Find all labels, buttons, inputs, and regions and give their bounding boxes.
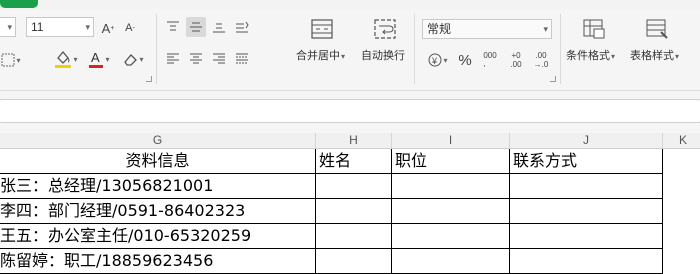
text-direction-icon[interactable]	[232, 18, 252, 36]
cell-i-row1[interactable]	[392, 174, 510, 199]
wrap-text-icon[interactable]	[371, 16, 399, 42]
distributed-align-icon[interactable]	[232, 50, 252, 68]
cell-g-row3[interactable]: 王五：办公室主任/010-65320259	[0, 224, 316, 249]
font-size-combo[interactable]: 11 ▾	[26, 17, 94, 37]
wrap-text-label: 自动换行	[361, 50, 405, 62]
clear-format-icon[interactable]: ▾	[118, 48, 148, 70]
column-header-i[interactable]: I	[392, 133, 510, 149]
separator	[560, 14, 561, 84]
svg-text:A: A	[91, 50, 100, 65]
formula-bar-input[interactable]	[0, 99, 700, 123]
cell-i-row4[interactable]	[392, 249, 510, 274]
formula-area	[0, 91, 700, 133]
cell-j-row4[interactable]	[510, 249, 663, 274]
conditional-format-button[interactable]: 条件格式▾	[566, 47, 615, 63]
merge-center-label: 合并居中	[296, 50, 340, 62]
column-header-k[interactable]: K	[663, 133, 700, 149]
decrease-font-icon[interactable]: A-	[120, 19, 140, 37]
separator	[156, 14, 157, 84]
tab-start[interactable]	[0, 0, 38, 8]
cell-h-row3[interactable]	[316, 224, 392, 249]
cell-h-row4[interactable]	[316, 249, 392, 274]
cell-j-header[interactable]: 联系方式	[510, 149, 663, 174]
cell-g-header[interactable]: 资料信息	[0, 149, 316, 174]
increase-font-icon[interactable]: A +	[98, 19, 118, 37]
cell-j-row3[interactable]	[510, 224, 663, 249]
font-group-launcher-icon[interactable]	[146, 76, 152, 82]
cell-j-row1[interactable]	[510, 174, 663, 199]
svg-text:¥: ¥	[431, 56, 438, 66]
align-left-icon[interactable]	[163, 50, 183, 68]
column-header-j[interactable]: J	[510, 133, 663, 149]
font-color-icon[interactable]: A ▾	[86, 46, 112, 72]
table-style-button[interactable]: 表格样式▾	[630, 47, 679, 63]
cell-g-row4[interactable]: 陈留婷：职工/18859623456	[0, 249, 316, 274]
decrease-decimal-icon[interactable]: .00 →.0	[530, 50, 552, 70]
merge-center-button[interactable]: 合并居中▾	[296, 47, 345, 63]
column-header-g[interactable]: G	[0, 133, 316, 149]
border-icon[interactable]: ▾	[0, 50, 24, 70]
align-bottom-icon[interactable]	[209, 18, 229, 36]
cell-j-row2[interactable]	[510, 199, 663, 224]
font-size-value: 11	[31, 20, 44, 34]
cell-h-row1[interactable]	[316, 174, 392, 199]
percent-icon[interactable]: %	[455, 50, 475, 70]
column-header-h[interactable]: H	[316, 133, 392, 149]
cell-h-header[interactable]: 姓名	[316, 149, 392, 174]
number-format-combo[interactable]: 常规 ▾	[422, 19, 552, 39]
table-style-icon[interactable]	[643, 16, 671, 42]
thousands-separator-icon[interactable]: 000,	[479, 50, 501, 70]
separator	[414, 14, 415, 84]
cell-h-row2[interactable]	[316, 199, 392, 224]
font-name-combo[interactable]: ▾	[0, 17, 16, 37]
fill-color-icon[interactable]: ▾	[52, 46, 80, 72]
cell-g-row1[interactable]: 张三：总经理/13056821001	[0, 174, 316, 199]
cell-i-header[interactable]: 职位	[392, 149, 510, 174]
cell-i-row2[interactable]	[392, 199, 510, 224]
number-group-launcher-icon[interactable]	[550, 76, 556, 82]
wrap-text-button[interactable]: 自动换行	[361, 47, 405, 63]
conditional-format-label: 条件格式	[566, 50, 610, 62]
conditional-format-icon[interactable]	[580, 16, 608, 42]
cell-g-row2[interactable]: 李四：部门经理/0591-86402323	[0, 199, 316, 224]
increase-decimal-icon[interactable]: +0.00	[505, 50, 527, 70]
align-center-icon[interactable]	[186, 50, 206, 68]
align-top-icon[interactable]	[163, 18, 183, 36]
align-right-icon[interactable]	[209, 50, 229, 68]
ribbon-toolbar: ▾ 11 ▾ A + A- ▾ ▾ A ▾ ▾ 合并居中▾ 自动换行 常规 ▾ …	[0, 10, 700, 91]
number-format-value: 常规	[427, 22, 452, 36]
cell-i-row3[interactable]	[392, 224, 510, 249]
table-style-label: 表格样式	[630, 50, 674, 62]
merge-center-icon[interactable]	[308, 16, 336, 42]
currency-icon[interactable]: ¥ ▾	[424, 50, 452, 70]
align-middle-icon[interactable]	[186, 17, 206, 37]
